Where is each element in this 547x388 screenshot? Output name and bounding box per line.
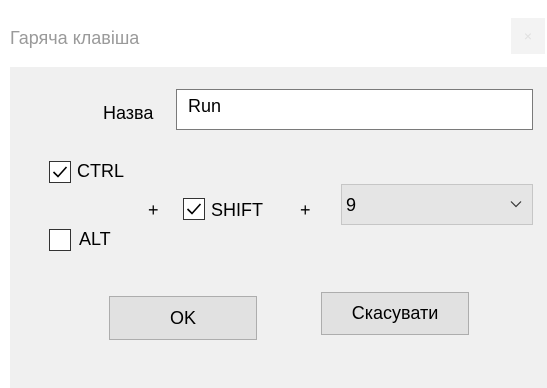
close-icon: × — [523, 28, 533, 44]
alt-checkbox[interactable] — [49, 229, 71, 251]
shift-label[interactable]: SHIFT — [211, 198, 263, 222]
key-select[interactable]: 9 — [341, 184, 533, 225]
ctrl-label[interactable]: CTRL — [77, 159, 124, 183]
plus-sign: + — [148, 200, 159, 220]
checkmark-icon — [52, 166, 68, 178]
key-select-value: 9 — [346, 195, 357, 215]
cancel-button[interactable]: Скасувати — [321, 292, 469, 335]
ctrl-checkbox[interactable] — [49, 161, 71, 183]
hotkey-dialog: Гаряча клавіша × Назва Run CTRL ALT + SH… — [0, 0, 547, 388]
shift-checkbox[interactable] — [183, 198, 205, 220]
ok-button[interactable]: OK — [109, 296, 257, 340]
window-title: Гаряча клавіша — [10, 28, 140, 48]
name-label: Назва — [103, 103, 154, 123]
plus-sign: + — [300, 200, 311, 220]
name-input[interactable]: Run — [176, 89, 533, 130]
chevron-down-icon — [510, 201, 522, 208]
close-button[interactable]: × — [511, 18, 545, 54]
checkmark-icon — [186, 203, 202, 215]
alt-label[interactable]: ALT — [79, 227, 111, 251]
title-bar: Гаряча клавіша × — [0, 0, 547, 67]
